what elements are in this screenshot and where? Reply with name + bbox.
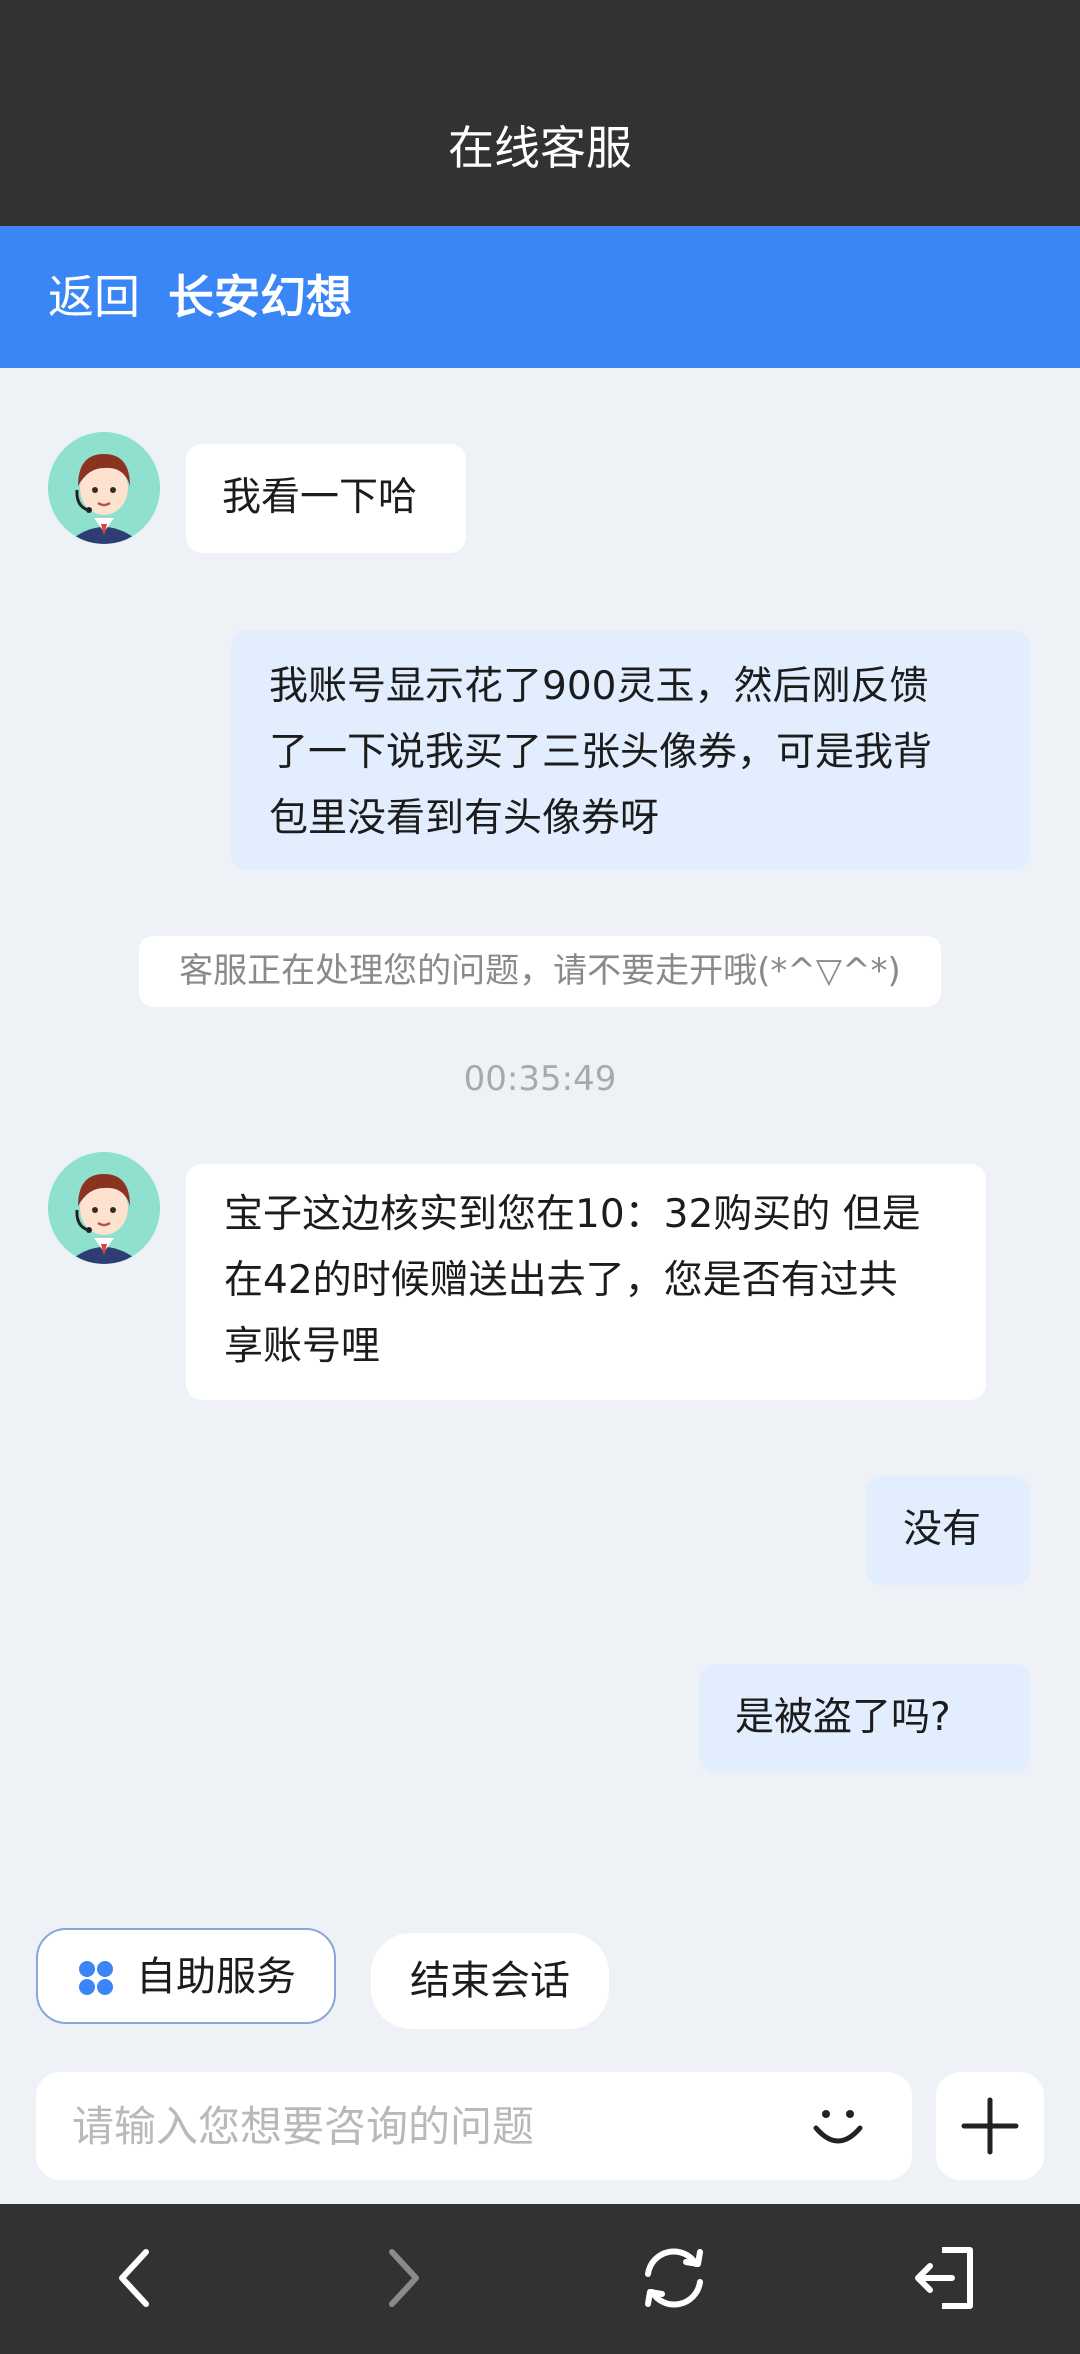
plus-icon: [961, 2097, 1019, 2155]
agent-avatar: [48, 1152, 160, 1264]
agent-avatar-icon: [48, 1152, 160, 1264]
self-service-button[interactable]: 自助服务: [36, 1928, 336, 2024]
message-text: 没有: [903, 1507, 982, 1552]
bottom-toolbar: [0, 2204, 1080, 2354]
game-title: 长安幻想: [168, 270, 352, 324]
agent-avatar-icon: [48, 432, 160, 544]
message-input[interactable]: [72, 2072, 792, 2180]
plus-button[interactable]: [936, 2072, 1044, 2180]
chevron-left-icon[interactable]: [96, 2238, 176, 2318]
agent-message: 我看一下哈: [186, 444, 466, 553]
message-input-container: [36, 2072, 912, 2180]
status-header: 在线客服: [0, 0, 1080, 226]
message-text: 我看一下哈: [222, 475, 418, 520]
user-message: 我账号显示花了900灵玉，然后刚反馈 了一下说我买了三张头像券，可是我背 包里没…: [231, 630, 1030, 870]
exit-icon[interactable]: [904, 2238, 984, 2318]
page-title: 在线客服: [448, 121, 632, 175]
message-line: 包里没看到有头像券呀: [269, 796, 660, 841]
user-message: 是被盗了吗?: [699, 1664, 1030, 1773]
message-line: 享账号哩: [224, 1324, 381, 1369]
self-service-label: 自助服务: [136, 1954, 296, 2000]
message-line: 宝子这边核实到您在10：32购买的 但是: [224, 1192, 921, 1237]
user-message: 没有: [866, 1476, 1030, 1585]
refresh-icon[interactable]: [634, 2238, 714, 2318]
message-line: 在42的时候赠送出去了，您是否有过共: [224, 1258, 898, 1303]
chevron-right-icon[interactable]: [362, 2238, 442, 2318]
message-line: 了一下说我买了三张头像券，可是我背: [269, 730, 933, 775]
smiley-icon[interactable]: [806, 2094, 870, 2158]
system-notice: 客服正在处理您的问题，请不要走开哦(*^▽^*): [139, 936, 941, 1007]
agent-message: 宝子这边核实到您在10：32购买的 但是 在42的时候赠送出去了，您是否有过共 …: [186, 1164, 986, 1400]
back-button[interactable]: 返回: [48, 272, 140, 323]
agent-avatar: [48, 432, 160, 544]
message-text: 是被盗了吗?: [735, 1695, 951, 1740]
message-line: 我账号显示花了900灵玉，然后刚反馈: [269, 664, 929, 709]
four-dots-icon: [79, 1961, 113, 1995]
nav-bar: 返回 长安幻想: [0, 226, 1080, 368]
end-session-button[interactable]: 结束会话: [371, 1933, 609, 2029]
message-timestamp: 00:35:49: [463, 1059, 617, 1099]
